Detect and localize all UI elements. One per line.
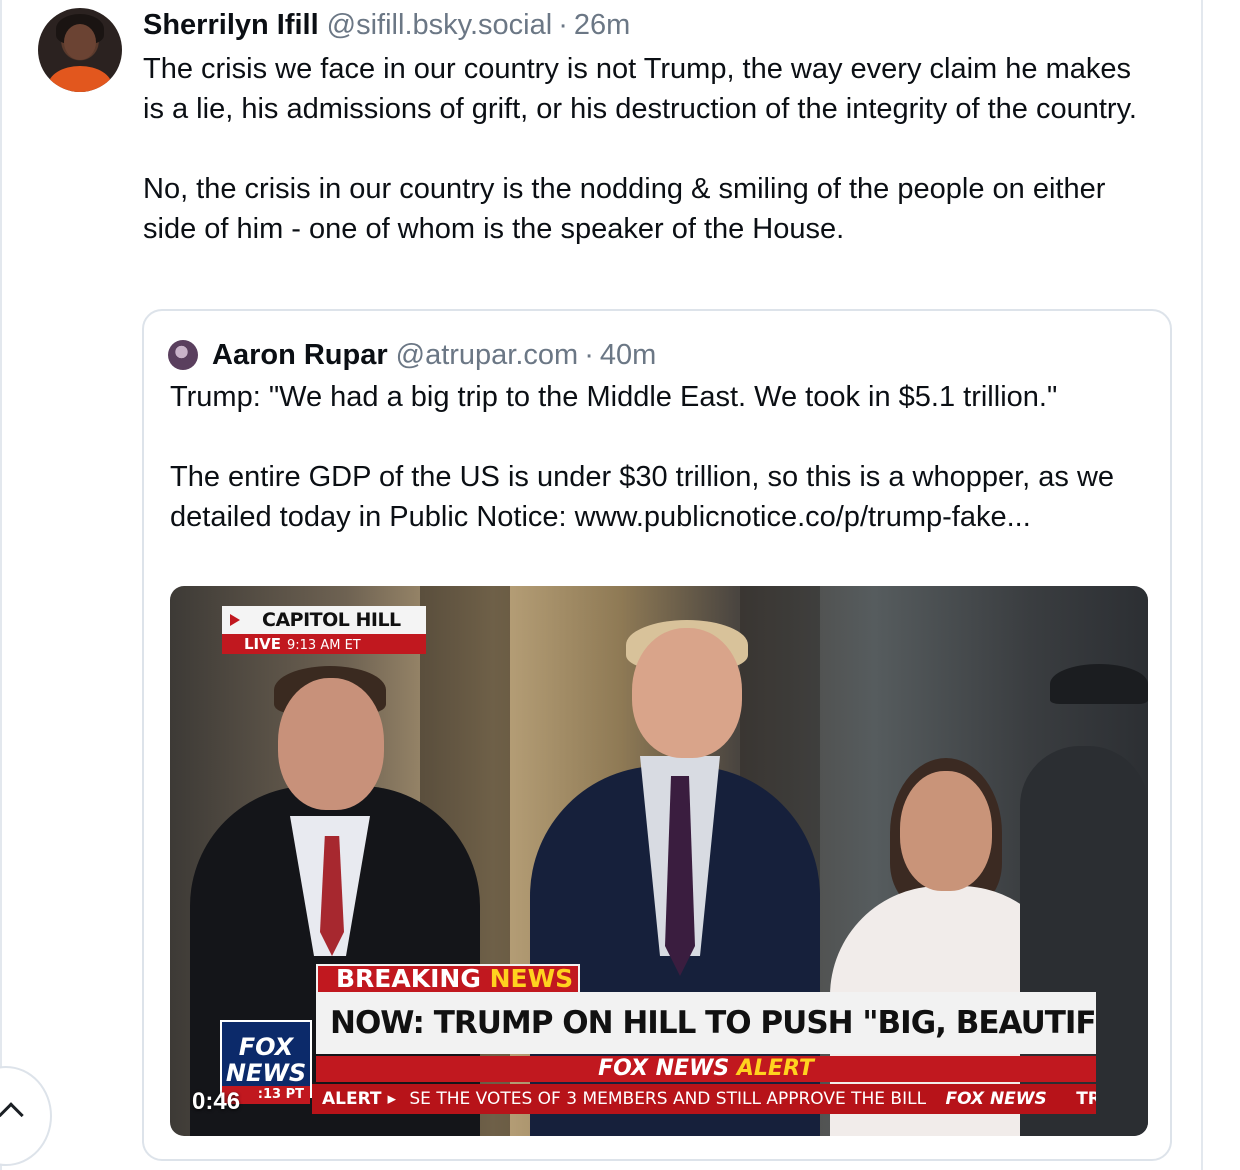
quoted-post-body: Trump: "We had a big trip to the Middle … xyxy=(170,377,1150,537)
post-timestamp[interactable]: 26m xyxy=(574,9,630,42)
header-separator: · xyxy=(558,8,568,41)
alert-bar: FOX NEWS ALERT xyxy=(316,1056,1096,1082)
quoted-author-avatar[interactable] xyxy=(168,340,198,370)
play-arrow-icon xyxy=(230,614,240,626)
scroll-to-top-button[interactable] xyxy=(0,1066,52,1166)
location-tag: CAPITOL HILL LIVE 9:13 AM ET xyxy=(222,606,426,654)
chevron-up-icon xyxy=(0,1102,24,1128)
feed-left-border xyxy=(0,0,2,1170)
author-avatar[interactable] xyxy=(38,8,122,92)
post-body: The crisis we face in our country is not… xyxy=(143,49,1153,249)
quoted-post-header: Aaron Rupar @atrupar.com · 40m xyxy=(168,337,656,373)
quoted-author-name[interactable]: Aaron Rupar xyxy=(212,339,388,372)
quoted-author-handle[interactable]: @atrupar.com xyxy=(396,339,579,372)
news-lower-third: BREAKING NEWS NOW: TRUMP ON HILL TO PUSH… xyxy=(312,964,1096,1134)
post-paragraph: The crisis we face in our country is not… xyxy=(143,53,1137,125)
quoted-paragraph: Trump: "We had a big trip to the Middle … xyxy=(170,381,1058,413)
feed-right-border xyxy=(1201,0,1203,1170)
news-ticker: ALERT ▸ SE THE VOTES OF 3 MEMBERS AND ST… xyxy=(312,1084,1096,1114)
video-duration: 0:46 xyxy=(192,1088,241,1115)
author-name[interactable]: Sherrilyn Ifill xyxy=(143,9,319,42)
breaking-news-tag: BREAKING NEWS xyxy=(316,964,580,994)
quoted-header-separator: · xyxy=(584,338,594,371)
quoted-paragraph[interactable]: The entire GDP of the US is under $30 tr… xyxy=(170,457,1150,537)
post-paragraph: No, the crisis in our country is the nod… xyxy=(143,173,1106,245)
news-headline: NOW: TRUMP ON HILL TO PUSH "BIG, BEAUTIF… xyxy=(316,992,1096,1054)
quoted-post-timestamp[interactable]: 40m xyxy=(600,339,656,372)
author-handle[interactable]: @sifill.bsky.social xyxy=(327,9,553,42)
post-header: Sherrilyn Ifill @sifill.bsky.social · 26… xyxy=(143,6,630,44)
video-player[interactable]: CAPITOL HILL LIVE 9:13 AM ET BREAKING NEW… xyxy=(170,586,1148,1136)
quoted-post[interactable]: Aaron Rupar @atrupar.com · 40m Trump: "W… xyxy=(142,309,1172,1161)
